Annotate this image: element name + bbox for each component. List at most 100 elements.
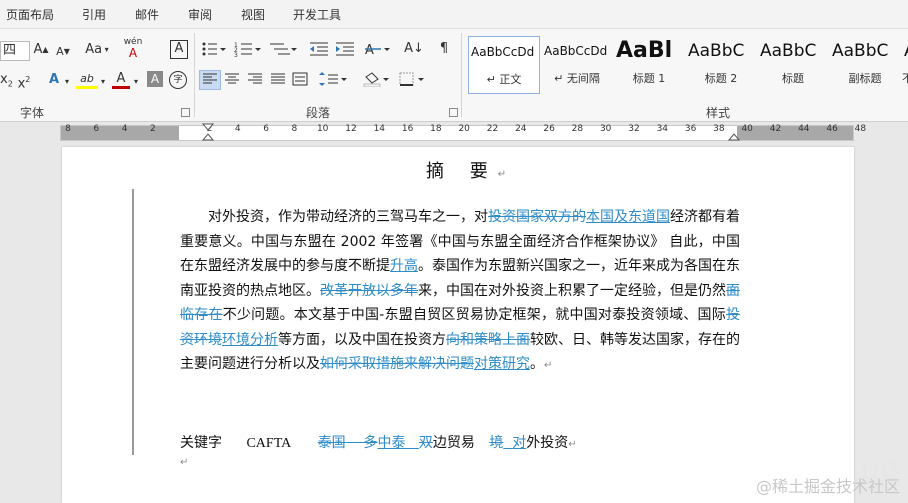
decrease-indent-button[interactable] (308, 40, 330, 64)
deleted-text: 双 (418, 435, 433, 451)
ruler-tick-label: 44 (798, 124, 810, 134)
change-case-button[interactable]: Aa ▾ (82, 41, 112, 59)
ruler-tick-label: 18 (430, 124, 442, 134)
keywords-line[interactable]: 关键字 CAFTA 泰国 多中泰 双边贸易 境 对外投资↵ (180, 432, 577, 452)
ruler-tick-label: 36 (684, 124, 697, 134)
align-right-button[interactable] (245, 71, 265, 93)
ruler-tick-label: 16 (401, 124, 414, 134)
bullets-icon (202, 42, 226, 56)
shrink-font-button[interactable]: A▼ (54, 43, 72, 61)
borders-button[interactable] (398, 71, 426, 93)
font-color-dropdown[interactable]: ▾ (132, 73, 140, 91)
style-no-spacing[interactable]: AaBbCcDd ↵ 无间隔 (542, 36, 612, 92)
multilevel-list-button[interactable] (268, 40, 298, 64)
paint-bucket-icon (363, 72, 389, 88)
deleted-text: 多 (363, 435, 378, 451)
ruler-tick-label: 2 (150, 124, 156, 134)
font-size-value: 四 (3, 43, 17, 58)
deleted-text: 投资国家双方的 (488, 209, 586, 225)
keyword: 边贸易 (432, 435, 475, 451)
styles-gallery: AaBbCcDd ↵ 正文 AaBbCcDd ↵ 无间隔 AaBl 标题 1 A… (466, 36, 908, 94)
watermark: @稀土掘金技术社区 (755, 477, 900, 496)
inserted-text: 对策研究 (474, 356, 530, 372)
ruler-tick-label: 28 (571, 124, 584, 134)
document-title: 摘 要↵ (426, 161, 517, 182)
font-color-button[interactable]: A (112, 70, 130, 89)
distributed-button[interactable] (290, 71, 310, 93)
menu-view[interactable]: 视图 (241, 6, 265, 23)
svg-text:3: 3 (234, 52, 238, 58)
grow-font-button[interactable]: A▲ (32, 41, 50, 59)
keyword: CAFTA (246, 436, 292, 451)
inserted-text: 中泰 (377, 435, 406, 451)
ruler-tick-label: 4 (121, 124, 128, 134)
menu-bar: 页面布局 引用 邮件 审阅 视图 开发工具 (0, 0, 908, 29)
right-indent-marker[interactable] (728, 131, 740, 141)
highlight-dropdown[interactable]: ▾ (99, 73, 107, 91)
justify-icon (271, 73, 285, 84)
ruler-tick-label: 48 (854, 124, 867, 134)
sort-button[interactable]: A↓ (404, 40, 424, 58)
style-heading-1[interactable]: AaBl 标题 1 (614, 36, 684, 92)
shading-button[interactable] (362, 71, 390, 93)
increase-indent-button[interactable] (334, 40, 356, 64)
svg-text:A: A (365, 43, 374, 58)
asian-layout-icon: A (365, 43, 390, 58)
ruler-tick-label: 46 (826, 124, 838, 134)
ruler-tick-label: 42 (769, 124, 782, 134)
ruler-tick-label: 26 (543, 124, 555, 134)
menu-developer[interactable]: 开发工具 (293, 6, 341, 23)
horizontal-ruler: 8 6 4 2 2 4 6 8 10 12 14 16 18 20 22 24 26 28 30 32 34 36 38 40… (0, 123, 908, 141)
style-title[interactable]: AaBbC 标题 (758, 36, 828, 92)
char-border-button[interactable]: A (170, 40, 188, 59)
ruler-tick-label: 8 (291, 124, 298, 134)
justify-button[interactable] (268, 71, 288, 93)
increase-indent-icon (336, 42, 354, 56)
font-size-combo[interactable]: 四 (0, 41, 30, 61)
style-normal[interactable]: AaBbCcDd ↵ 正文 (468, 36, 540, 94)
styles-group-label: 样式 (706, 106, 731, 120)
align-left-button[interactable] (199, 70, 221, 90)
change-bar (132, 189, 134, 455)
enclose-char-button[interactable]: 字 (169, 71, 187, 89)
bullets-button[interactable] (200, 40, 226, 64)
inserted-text: 升高 (390, 258, 418, 274)
numbering-button[interactable]: 123 (234, 40, 262, 64)
ribbon-separator (461, 33, 462, 117)
superscript-button[interactable]: x2 (16, 71, 32, 93)
font-dialog-launcher[interactable] (181, 108, 190, 117)
paragraph-dialog-launcher[interactable] (449, 108, 458, 117)
menu-review[interactable]: 审阅 (188, 6, 212, 23)
keywords-label: 关键字 (180, 435, 222, 451)
ruler-tick-label: 6 (263, 124, 269, 134)
decrease-indent-icon (310, 42, 328, 56)
menu-references[interactable]: 引用 (82, 6, 106, 23)
asian-layout-button[interactable]: A (364, 40, 392, 64)
ribbon-separator (194, 33, 195, 117)
show-marks-button[interactable]: ¶ (436, 40, 452, 58)
deleted-text: 如何采取措施来解决问题 (320, 356, 474, 372)
line-spacing-button[interactable] (318, 71, 348, 93)
char-shading-button[interactable]: A (147, 71, 163, 87)
numbering-icon: 123 (234, 42, 261, 59)
menu-page-layout[interactable]: 页面布局 (6, 6, 54, 23)
ruler-tick-label: 38 (713, 124, 725, 134)
abstract-paragraph[interactable]: 对外投资，作为带动经济的三驾马车之一，对投资国家双方的本国及东道国经济都有着重要… (180, 205, 740, 379)
phonetic-guide-button[interactable]: wén A (122, 37, 144, 61)
document-page[interactable]: 摘 要↵ 对外投资，作为带动经济的三驾马车之一，对投资国家双方的本国及东道国经济… (62, 147, 854, 503)
deleted-text: 境 (489, 435, 504, 451)
menu-mailings[interactable]: 邮件 (135, 6, 159, 23)
ruler-tick-label: 10 (316, 124, 329, 134)
deleted-text: 改革开放以多年 (320, 282, 418, 299)
subscript-button[interactable]: x2 (0, 71, 13, 94)
first-line-indent-marker[interactable] (202, 123, 214, 141)
style-subtitle[interactable]: AaBbC 副标题 (830, 36, 900, 92)
align-center-button[interactable] (222, 71, 242, 93)
text-effect-dropdown[interactable]: ▾ (63, 73, 71, 91)
highlight-button[interactable]: ab (76, 70, 98, 89)
style-more[interactable]: A 不 (902, 36, 908, 92)
text-effect-button[interactable]: A (46, 71, 62, 89)
align-left-icon (203, 73, 217, 84)
style-heading-2[interactable]: AaBbC 标题 2 (686, 36, 756, 92)
ruler-tick-label: 4 (234, 124, 241, 134)
